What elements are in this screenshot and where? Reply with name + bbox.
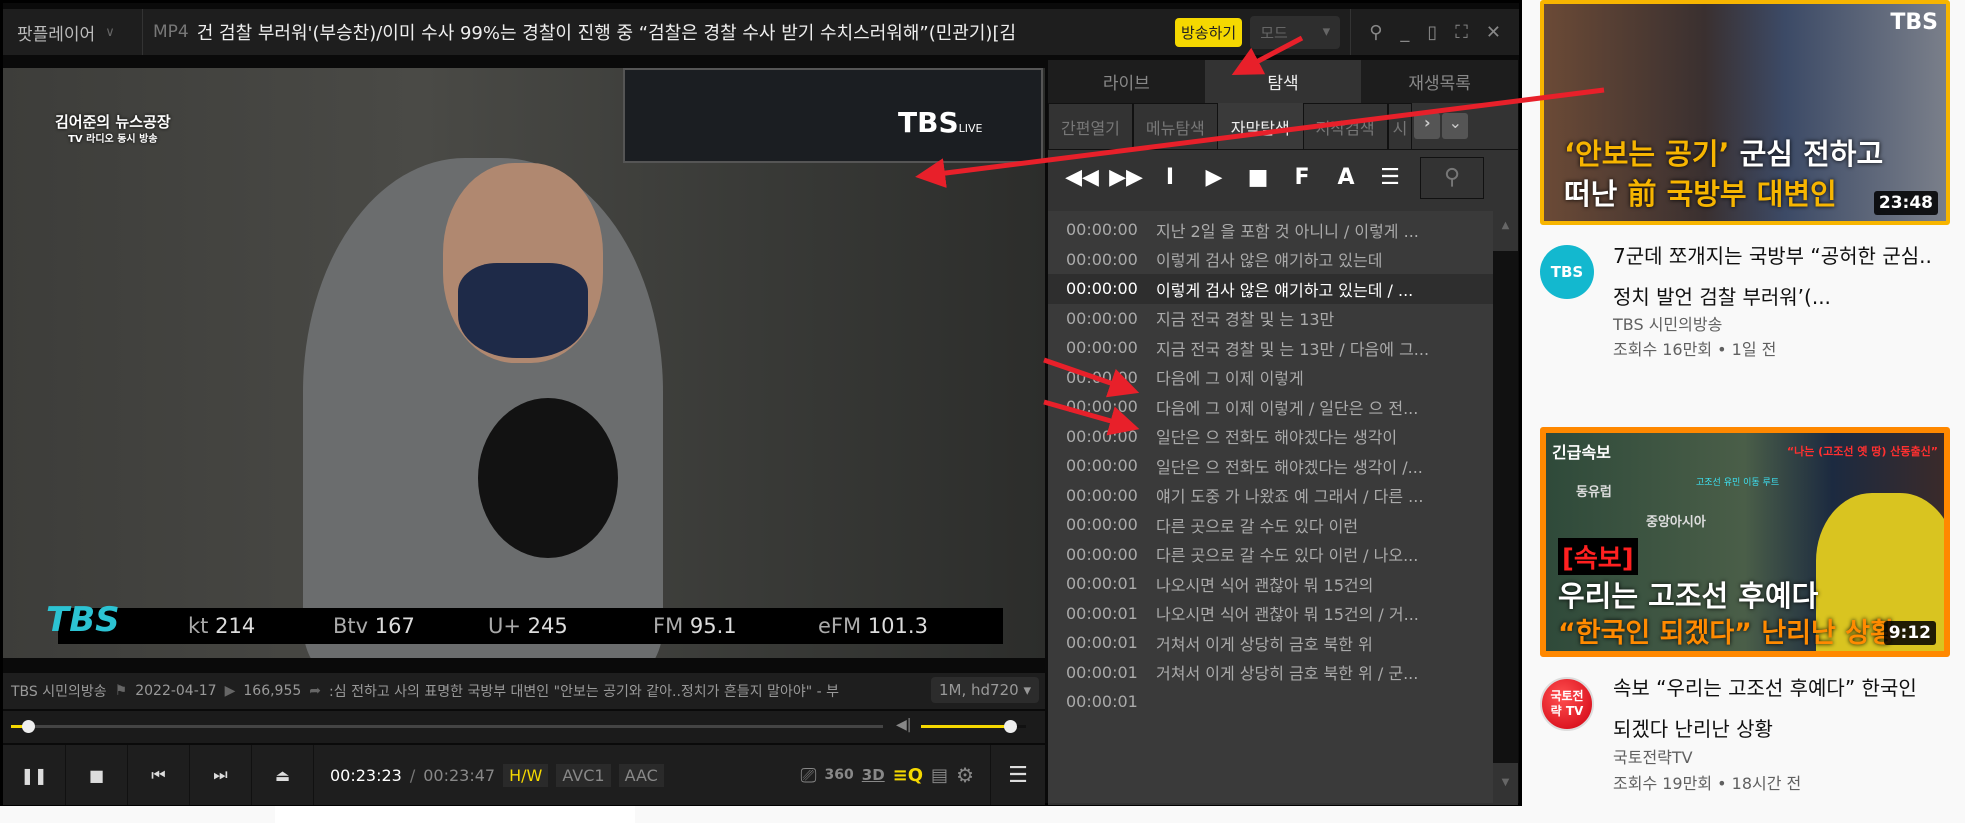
annotation-arrows: [915, 35, 1605, 436]
annotation-arrow: [1043, 399, 1140, 436]
annotation-arrow: [915, 87, 1605, 189]
annotation-arrow: [1043, 357, 1140, 398]
annotation-arrow: [1231, 35, 1304, 75]
